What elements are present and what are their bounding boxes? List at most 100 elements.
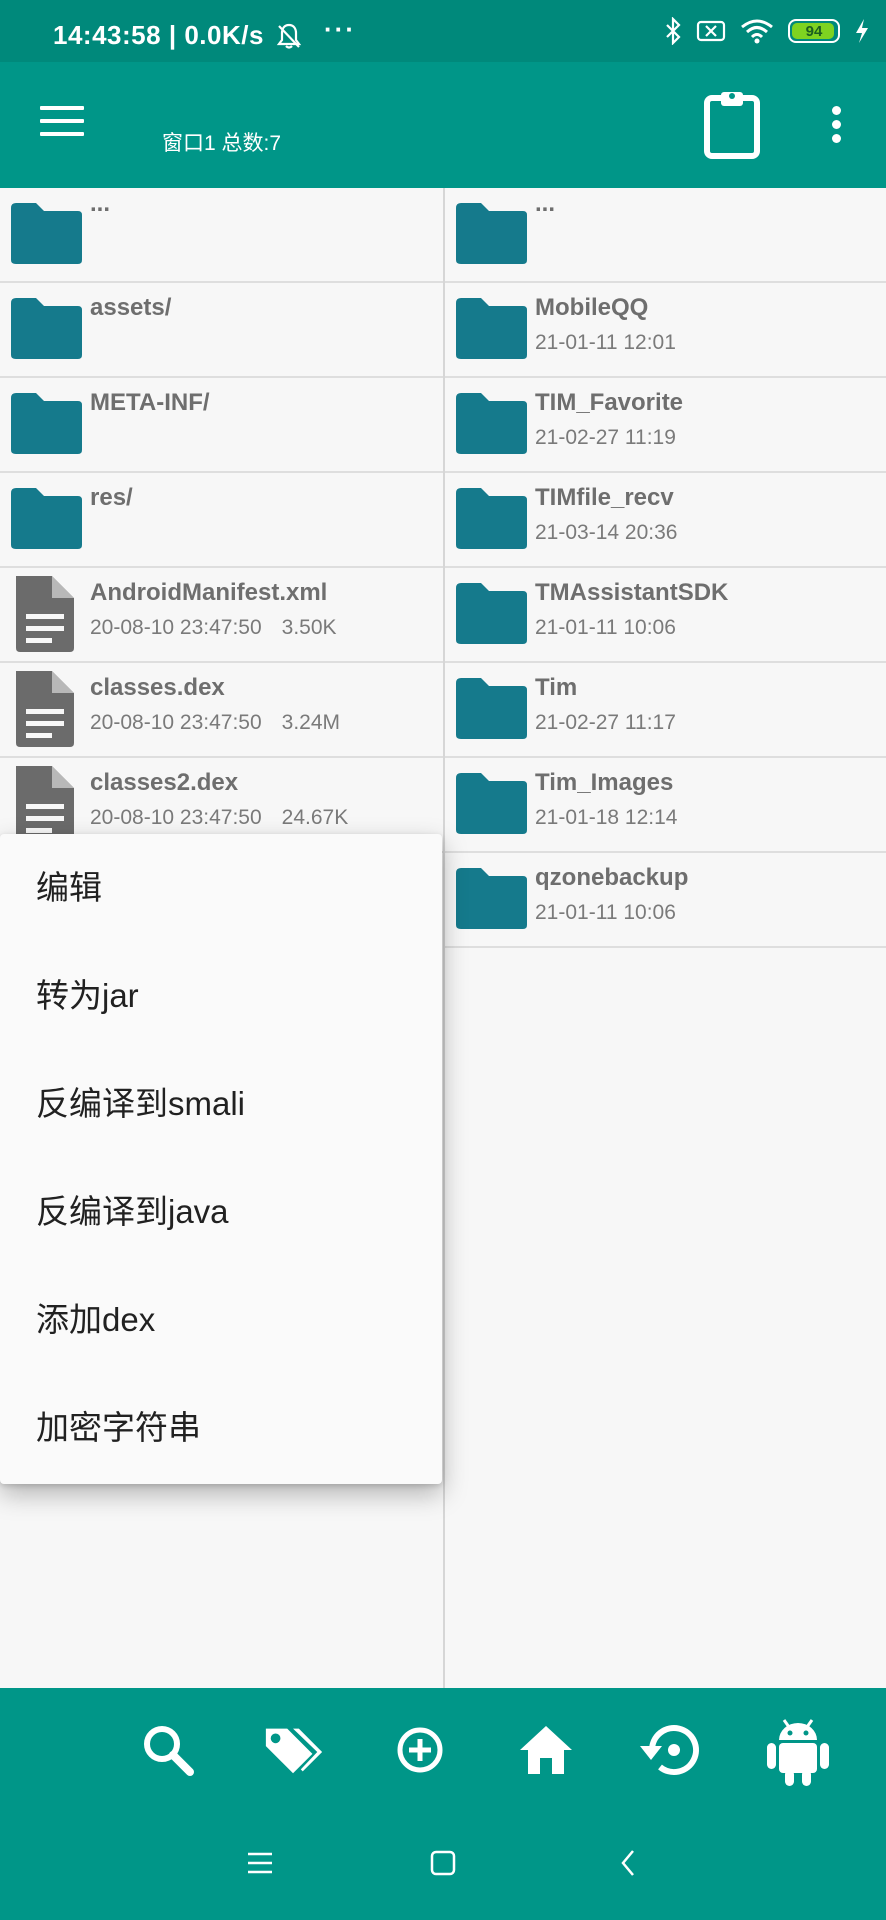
file-list-row[interactable]: res/ (0, 473, 443, 568)
status-text: 14:43:58 | 0.0K/s (53, 20, 264, 51)
file-size: 3.50K (281, 616, 337, 639)
status-separator: | (168, 20, 177, 50)
folder-icon (11, 488, 82, 549)
window-title: 窗口1 总数:7 (162, 132, 282, 155)
file-icon (16, 671, 74, 747)
right-file-list: ... MobileQQ 21-01-11 12:01 TIM_Favorite 21-… (445, 188, 886, 1688)
context-menu-item[interactable]: 反编译到smali (0, 1050, 442, 1158)
file-list-row[interactable]: ... (445, 188, 886, 283)
clipboard-icon[interactable] (702, 88, 762, 160)
bookmarks-button[interactable] (262, 1718, 326, 1782)
context-menu-item[interactable]: 反编译到java (0, 1158, 442, 1266)
folder-icon (456, 203, 527, 264)
file-list-row[interactable]: TIMfile_recv 21-03-14 20:36 (445, 473, 886, 568)
restore-icon (640, 1725, 699, 1776)
search-button[interactable] (136, 1718, 200, 1782)
system-nav-bar (0, 1816, 886, 1920)
back-icon[interactable] (618, 1848, 638, 1878)
row-icon (8, 295, 84, 366)
context-menu-item[interactable]: 加密字符串 (0, 1374, 442, 1482)
folder-icon (456, 773, 527, 834)
context-menu-item[interactable]: 转为jar (0, 942, 442, 1050)
row-icon (453, 485, 529, 556)
file-name: classes2.dex (90, 769, 239, 796)
file-list-row[interactable]: classes.dex 20-08-10 23:47:50 3.24M (0, 663, 443, 758)
file-name: ... (90, 190, 111, 217)
file-list-row[interactable]: assets/ (0, 283, 443, 378)
file-size: 3.24M (281, 711, 341, 734)
file-list-row[interactable]: TMAssistantSDK 21-01-11 10:06 (445, 568, 886, 663)
recents-icon[interactable] (246, 1848, 274, 1878)
row-icon (8, 390, 84, 461)
add-circle-icon (397, 1727, 443, 1773)
file-meta: 21-01-11 12:01 (535, 331, 676, 355)
file-meta: 20-08-10 23:47:50 3.24M (90, 711, 340, 735)
file-meta: 20-08-10 23:47:50 24.67K (90, 806, 348, 830)
file-list-row[interactable]: Tim_Images 21-01-18 12:14 (445, 758, 886, 853)
home-button[interactable] (514, 1718, 578, 1782)
status-bar: 14:43:58 | 0.0K/s ··· 94 (0, 0, 886, 62)
file-list-row[interactable]: TIM_Favorite 21-02-27 11:19 (445, 378, 886, 473)
file-name: AndroidManifest.xml (90, 579, 328, 606)
clock-time: 14:43:58 (53, 20, 162, 50)
file-date: 21-01-11 10:06 (535, 901, 676, 924)
file-meta: 21-01-18 12:14 (535, 806, 677, 830)
file-meta: 20-08-10 23:47:50 3.50K (90, 616, 337, 640)
file-name: ... (535, 190, 556, 217)
file-list-row[interactable]: MobileQQ 21-01-11 12:01 (445, 283, 886, 378)
file-list-row[interactable]: META-INF/ (0, 378, 443, 473)
file-meta: 21-03-14 20:36 (535, 521, 677, 545)
file-meta: 21-01-11 10:06 (535, 616, 676, 640)
apk-tools-button[interactable] (766, 1718, 830, 1786)
file-name: TIM_Favorite (535, 389, 684, 416)
row-icon (453, 200, 529, 271)
charging-icon (856, 19, 868, 43)
context-menu-item[interactable]: 编辑 (0, 834, 442, 942)
file-date: 21-01-18 12:14 (535, 806, 678, 829)
folder-icon (456, 393, 527, 454)
file-icon (16, 766, 74, 842)
file-size: 24.67K (281, 806, 349, 829)
hamburger-line (40, 119, 84, 123)
file-list-row[interactable]: AndroidManifest.xml 20-08-10 23:47:50 3.50… (0, 568, 443, 663)
dot (831, 120, 841, 129)
no-sim-icon (696, 20, 726, 42)
row-icon (453, 865, 529, 936)
file-list-row[interactable]: Tim 21-02-27 11:17 (445, 663, 886, 758)
new-file-button[interactable] (388, 1718, 452, 1782)
row-icon (8, 669, 84, 754)
file-list-row[interactable]: ... (0, 188, 443, 283)
bell-off-icon (276, 23, 302, 49)
more-options-button[interactable] (828, 106, 844, 146)
home-icon (520, 1726, 572, 1774)
file-date: 21-02-27 11:17 (535, 711, 676, 734)
file-name: assets/ (90, 294, 172, 321)
hamburger-line (40, 106, 84, 110)
file-name: classes.dex (90, 674, 225, 701)
file-name: TIMfile_recv (535, 484, 674, 511)
menu-button[interactable] (40, 106, 84, 138)
restore-button[interactable] (638, 1718, 702, 1782)
file-list-row[interactable]: qzonebackup 21-01-11 10:06 (445, 853, 886, 948)
search-icon (144, 1726, 194, 1776)
file-date: 20-08-10 23:47:50 (90, 711, 262, 734)
file-name: Tim_Images (535, 769, 674, 796)
row-icon (8, 200, 84, 271)
folder-icon (11, 393, 82, 454)
row-icon (453, 675, 529, 746)
file-name: META-INF/ (90, 389, 210, 416)
row-icon (453, 580, 529, 651)
dot (831, 106, 841, 115)
pane-divider[interactable] (443, 188, 445, 1688)
context-menu-item[interactable]: 添加dex (0, 1266, 442, 1374)
row-icon (8, 574, 84, 659)
home-nav-icon[interactable] (429, 1848, 457, 1878)
battery-indicator: 94 (788, 19, 840, 43)
folder-icon (456, 678, 527, 739)
bluetooth-icon (666, 17, 681, 45)
file-date: 20-08-10 23:47:50 (90, 616, 262, 639)
row-icon (453, 390, 529, 461)
net-speed: 0.0K/s (184, 20, 264, 50)
row-icon (453, 770, 529, 841)
file-date: 20-08-10 23:47:50 (90, 806, 262, 829)
